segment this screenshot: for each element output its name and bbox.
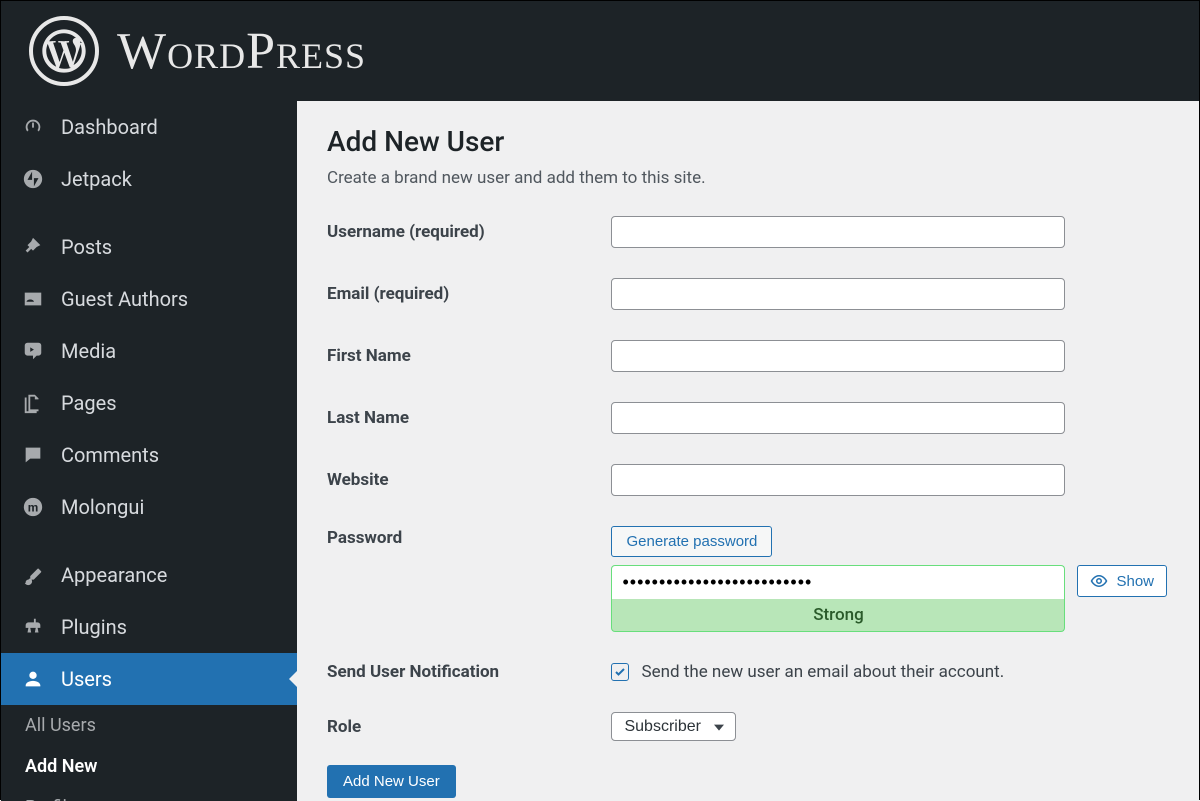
show-button-text: Show [1116, 573, 1154, 590]
sidebar-item-appearance[interactable]: Appearance [1, 549, 297, 601]
sidebar-item-label: Users [61, 667, 112, 691]
sidebar-item-label: Guest Authors [61, 287, 188, 311]
svg-text:m: m [28, 501, 38, 515]
sidebar-item-users[interactable]: Users [1, 653, 297, 705]
email-label: Email (required) [327, 278, 611, 340]
submenu-item-all-users[interactable]: All Users [1, 705, 297, 746]
eye-icon [1090, 572, 1108, 590]
website-input[interactable] [611, 464, 1065, 496]
add-new-user-button[interactable]: Add New User [327, 765, 456, 798]
pin-icon [21, 235, 45, 259]
sidebar-item-dashboard[interactable]: Dashboard [1, 101, 297, 153]
sidebar-item-molongui[interactable]: m Molongui [1, 481, 297, 533]
admin-sidebar: Dashboard Jetpack Posts Guest Authors Me… [1, 101, 297, 801]
jetpack-icon [21, 167, 45, 191]
main-content: Add New User Create a brand new user and… [297, 101, 1199, 801]
sidebar-item-plugins[interactable]: Plugins [1, 601, 297, 653]
firstname-input[interactable] [611, 340, 1065, 372]
notification-label: Send User Notification [327, 662, 611, 712]
check-icon [614, 666, 626, 678]
users-submenu: All Users Add New Profile [1, 705, 297, 801]
page-description: Create a brand new user and add them to … [327, 168, 1167, 188]
username-label: Username (required) [327, 216, 611, 278]
lastname-label: Last Name [327, 402, 611, 464]
website-label: Website [327, 464, 611, 526]
brand: WordPress [29, 16, 366, 86]
role-select[interactable]: Subscriber [611, 712, 736, 741]
user-icon [21, 667, 45, 691]
sidebar-item-jetpack[interactable]: Jetpack [1, 153, 297, 205]
id-card-icon [21, 287, 45, 311]
molongui-icon: m [21, 495, 45, 519]
sidebar-item-pages[interactable]: Pages [1, 377, 297, 429]
sidebar-item-label: Jetpack [61, 167, 132, 191]
submenu-item-profile[interactable]: Profile [1, 787, 297, 801]
brand-text: WordPress [117, 22, 366, 81]
send-notification-checkbox[interactable] [611, 663, 629, 681]
comment-icon [21, 443, 45, 467]
role-label: Role [327, 712, 611, 741]
dashboard-icon [21, 115, 45, 139]
submenu-item-add-new[interactable]: Add New [1, 746, 297, 787]
brush-icon [21, 563, 45, 587]
sidebar-item-label: Comments [61, 443, 159, 467]
sidebar-item-label: Posts [61, 235, 112, 259]
sidebar-item-posts[interactable]: Posts [1, 221, 297, 273]
show-password-button[interactable]: Show [1077, 565, 1167, 597]
sidebar-item-label: Appearance [61, 563, 167, 587]
pages-icon [21, 391, 45, 415]
password-strength-indicator: Strong [611, 599, 1065, 632]
sidebar-item-comments[interactable]: Comments [1, 429, 297, 481]
generate-password-button[interactable]: Generate password [611, 526, 772, 557]
topbar: WordPress [1, 1, 1199, 101]
sidebar-item-label: Pages [61, 391, 117, 415]
media-icon [21, 339, 45, 363]
plugin-icon [21, 615, 45, 639]
email-input[interactable] [611, 278, 1065, 310]
sidebar-item-label: Plugins [61, 615, 127, 639]
sidebar-item-label: Dashboard [61, 115, 158, 139]
notification-checkbox-label: Send the new user an email about their a… [641, 662, 1004, 682]
sidebar-item-media[interactable]: Media [1, 325, 297, 377]
sidebar-item-guest-authors[interactable]: Guest Authors [1, 273, 297, 325]
wordpress-logo-icon [29, 16, 99, 86]
firstname-label: First Name [327, 340, 611, 402]
lastname-input[interactable] [611, 402, 1065, 434]
password-label: Password [327, 526, 611, 662]
password-input[interactable] [611, 565, 1065, 599]
sidebar-item-label: Media [61, 339, 116, 363]
page-title: Add New User [327, 125, 1167, 158]
sidebar-item-label: Molongui [61, 495, 144, 519]
username-input[interactable] [611, 216, 1065, 248]
